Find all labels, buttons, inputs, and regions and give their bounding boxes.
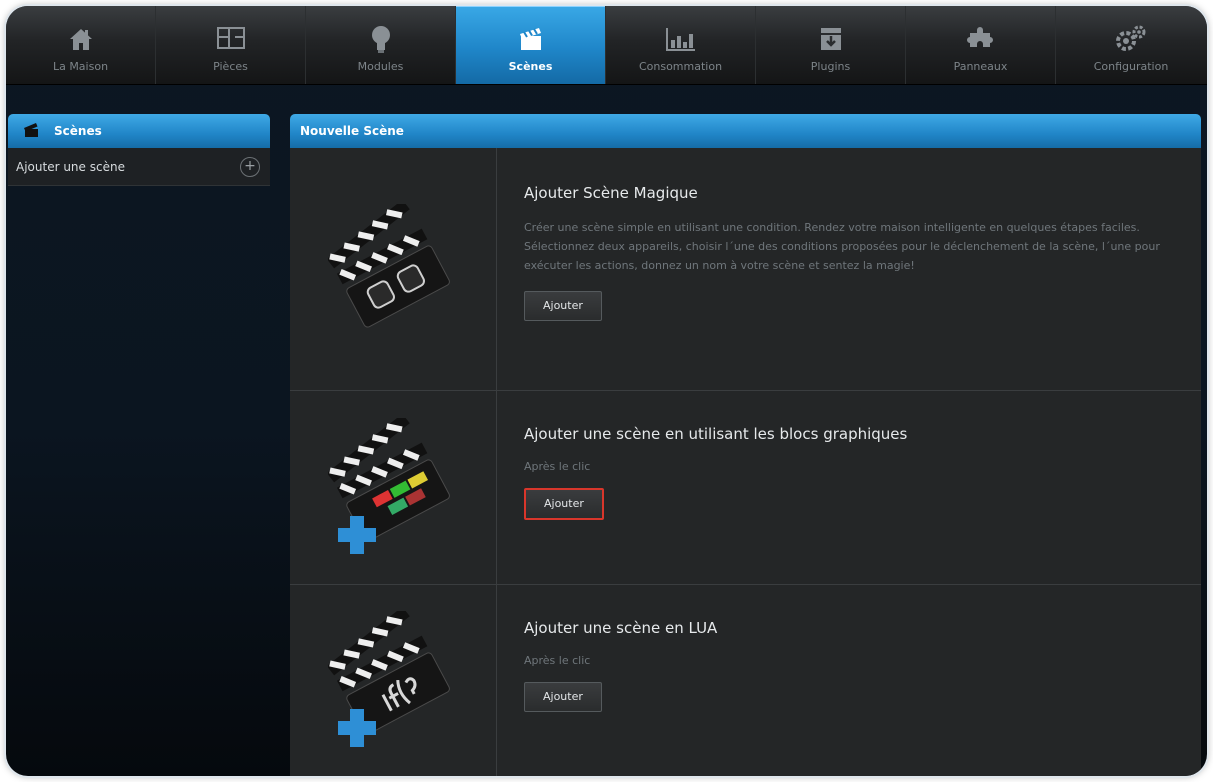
tab-label: Plugins	[810, 60, 851, 73]
app-window: La Maison Pièces Modules Scènes Consomma…	[6, 6, 1207, 776]
chart-icon	[664, 22, 698, 56]
magic-scene-icon	[290, 148, 497, 390]
scene-option-title: Ajouter une scène en utilisant les blocs…	[524, 425, 908, 443]
tab-plugins[interactable]: Plugins	[756, 6, 906, 84]
tab-label: La Maison	[52, 60, 109, 73]
tab-configuration[interactable]: Configuration	[1056, 6, 1206, 84]
sidebar-item-add-scene[interactable]: Ajouter une scène +	[8, 148, 270, 186]
house-icon	[67, 22, 95, 56]
scene-option-description: Après le clic	[524, 460, 591, 473]
scene-option-description: Après le clic	[524, 654, 591, 667]
sidebar-item-label: Ajouter une scène	[16, 159, 125, 174]
tab-label: Consommation	[638, 60, 723, 73]
panel-title: Nouvelle Scène	[300, 124, 404, 138]
tab-pieces[interactable]: Pièces	[156, 6, 306, 84]
graphic-blocks-scene-icon	[290, 391, 497, 584]
bulb-icon	[369, 22, 393, 56]
gears-icon	[1113, 22, 1149, 56]
add-graphic-blocks-scene-button[interactable]: Ajouter	[524, 488, 604, 520]
tab-label: Modules	[357, 60, 404, 73]
scene-options-panel: Ajouter Scène Magique Créer une scène si…	[290, 148, 1201, 776]
add-magic-scene-button[interactable]: Ajouter	[524, 291, 602, 321]
sidebar-title: Scènes	[54, 124, 102, 138]
tab-label: Scènes	[508, 60, 553, 73]
tab-scenes[interactable]: Scènes	[456, 6, 606, 84]
tab-label: Pièces	[213, 60, 248, 73]
lua-scene-icon	[290, 585, 497, 776]
scene-option-description: Créer une scène simple en utilisant une …	[524, 221, 1160, 272]
tab-label: Configuration	[1093, 60, 1169, 73]
scene-option-row: Ajouter Scène Magique Créer une scène si…	[290, 148, 1201, 391]
clapperboard-icon	[517, 22, 545, 56]
tab-label: Panneaux	[953, 60, 1008, 73]
rooms-icon	[215, 22, 247, 56]
plus-icon[interactable]: +	[240, 156, 260, 177]
panel-header: Nouvelle Scène	[290, 114, 1201, 148]
add-lua-scene-button[interactable]: Ajouter	[524, 682, 602, 712]
scene-option-title: Ajouter Scène Magique	[524, 184, 698, 202]
tab-la-maison[interactable]: La Maison	[6, 6, 156, 84]
sidebar-header: Scènes	[8, 114, 270, 148]
tab-panneaux[interactable]: Panneaux	[906, 6, 1056, 84]
scene-option-row: Ajouter une scène en LUA Après le clic A…	[290, 585, 1201, 776]
clapperboard-icon	[22, 122, 40, 141]
puzzle-icon	[964, 22, 998, 56]
tab-consommation[interactable]: Consommation	[606, 6, 756, 84]
scene-option-title: Ajouter une scène en LUA	[524, 619, 718, 637]
scene-option-row: Ajouter une scène en utilisant les blocs…	[290, 391, 1201, 585]
top-navigation: La Maison Pièces Modules Scènes Consomma…	[6, 6, 1207, 85]
download-box-icon	[817, 22, 845, 56]
tab-modules[interactable]: Modules	[306, 6, 456, 84]
